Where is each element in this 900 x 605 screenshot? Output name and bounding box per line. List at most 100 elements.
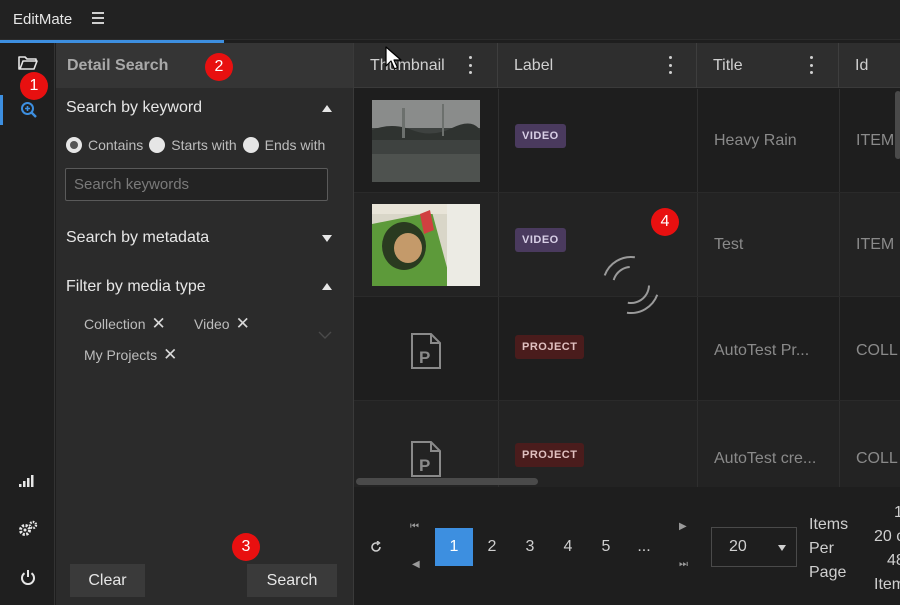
column-header-label[interactable]: Label	[498, 43, 697, 88]
page-button-3[interactable]: 3	[511, 528, 549, 566]
range-line: 48	[887, 552, 900, 569]
column-header-title[interactable]: Title	[697, 43, 839, 88]
keyword-section-toggle[interactable]: Search by keyword	[66, 99, 202, 117]
detail-search-panel: Detail Search Search by keyword Contains…	[56, 43, 353, 605]
horizontal-scrollbar[interactable]	[354, 475, 900, 487]
caret-up-icon[interactable]	[322, 105, 332, 112]
rain-video-thumbnail[interactable]	[372, 100, 480, 182]
project-file-icon: P	[411, 441, 441, 477]
first-page-icon[interactable]: ⏮	[410, 521, 419, 532]
cell-id: ITEM	[856, 236, 895, 253]
svg-text:P: P	[419, 456, 430, 475]
caret-down-icon[interactable]	[322, 235, 332, 242]
close-icon[interactable]: ✕	[163, 345, 177, 365]
chip-label: Video	[194, 316, 230, 332]
cell-divider	[697, 297, 698, 400]
metadata-section-toggle[interactable]: Search by metadata	[66, 229, 209, 247]
radio-starts-with[interactable]: Starts with	[149, 137, 237, 153]
cell-title: Heavy Rain	[714, 132, 797, 149]
svg-text:P: P	[419, 348, 430, 367]
keyword-search-input[interactable]	[65, 168, 328, 201]
gears-icon[interactable]	[0, 514, 55, 544]
cell-divider	[839, 89, 840, 192]
refresh-icon[interactable]	[370, 541, 382, 553]
cell-divider	[498, 297, 499, 400]
label-badge-video: VIDEO	[515, 228, 566, 252]
page-range-text: 1 20 c 48 Item	[874, 501, 900, 597]
column-title: Title	[713, 56, 743, 74]
label-badge-video: VIDEO	[515, 124, 566, 148]
chip-collection: Collection ✕	[84, 314, 166, 334]
caret-down-icon	[778, 545, 786, 551]
cell-id: COLL	[856, 342, 898, 359]
next-page-icon[interactable]: ▶	[679, 521, 687, 532]
cell-id: COLL	[856, 450, 898, 467]
per-page-value: 20	[729, 538, 747, 555]
column-header-thumbnail[interactable]: Thumbnail	[354, 43, 498, 88]
zoom-search-icon[interactable]	[0, 95, 55, 125]
chip-my-projects: My Projects ✕	[84, 345, 177, 365]
hamburger-icon[interactable]	[92, 12, 104, 24]
power-icon[interactable]	[0, 562, 55, 592]
page-button-5[interactable]: 5	[587, 528, 625, 566]
radio-label: Contains	[88, 137, 144, 153]
search-button[interactable]: Search	[247, 564, 337, 597]
range-line: Item	[874, 576, 900, 593]
close-icon[interactable]: ✕	[236, 314, 250, 334]
app-title: EditMate	[13, 11, 73, 28]
cell-divider	[839, 297, 840, 400]
radio-label: Ends with	[264, 137, 326, 153]
signal-bars-icon[interactable]	[0, 465, 55, 495]
chevron-down-icon[interactable]	[318, 331, 332, 339]
column-title: Id	[855, 56, 869, 74]
radio-button-icon[interactable]	[242, 137, 259, 153]
media-type-section-toggle[interactable]: Filter by media type	[66, 278, 206, 296]
cell-divider	[697, 89, 698, 192]
grid-header: Thumbnail Label Title Id	[354, 43, 900, 88]
mouse-cursor-icon	[385, 46, 402, 70]
caret-up-icon[interactable]	[322, 283, 332, 290]
radio-button-icon[interactable]	[66, 137, 82, 153]
cartoon-video-thumbnail[interactable]	[372, 204, 480, 286]
clear-button[interactable]: Clear	[70, 564, 145, 597]
cell-divider	[697, 193, 698, 296]
items-per-page-select[interactable]: 20	[711, 527, 797, 567]
column-menu-icon[interactable]	[669, 56, 673, 74]
vertical-scrollbar[interactable]	[895, 91, 900, 159]
chip-label: Collection	[84, 316, 146, 332]
scrollbar-thumb[interactable]	[356, 478, 538, 485]
page-button-4[interactable]: 4	[549, 528, 587, 566]
radio-ends-with[interactable]: Ends with	[242, 137, 326, 153]
column-title: Label	[514, 56, 554, 74]
items-per-page-label: Items Per Page	[809, 516, 849, 581]
project-file-icon: P	[411, 333, 441, 369]
prev-page-icon[interactable]: ◀	[412, 559, 420, 570]
annotation-marker-3: 3	[232, 533, 260, 561]
chip-video: Video ✕	[194, 314, 250, 334]
cell-divider	[498, 193, 499, 296]
table-row[interactable]: VIDEO Heavy Rain ITEM	[354, 89, 900, 193]
cell-divider	[839, 193, 840, 296]
loading-spinner-icon	[602, 256, 660, 315]
radio-contains[interactable]: Contains	[66, 137, 143, 153]
column-menu-icon[interactable]	[810, 56, 814, 74]
pagination-bar: ⏮ ◀ 1 2 3 4 5 ... ▶ ⏭ 20 Items Per Page …	[354, 487, 900, 605]
cell-title: AutoTest cre...	[714, 450, 817, 467]
results-grid: Thumbnail Label Title Id VIDEO Heavy Rai…	[353, 43, 900, 605]
range-line: 1	[874, 501, 900, 525]
icon-sidebar	[0, 43, 55, 605]
annotation-marker-1: 1	[20, 72, 48, 100]
page-button-1[interactable]: 1	[435, 528, 473, 566]
label-badge-project: PROJECT	[515, 443, 585, 467]
page-ellipsis[interactable]: ...	[625, 528, 663, 566]
radio-button-icon[interactable]	[149, 137, 166, 153]
cell-divider	[498, 89, 499, 192]
cell-title: AutoTest Pr...	[714, 342, 810, 359]
page-button-2[interactable]: 2	[473, 528, 511, 566]
label-badge-project: PROJECT	[515, 335, 585, 359]
close-icon[interactable]: ✕	[151, 314, 165, 334]
column-menu-icon[interactable]	[469, 56, 473, 74]
column-header-id[interactable]: Id	[839, 43, 900, 88]
cell-id: ITEM	[856, 132, 895, 149]
last-page-icon[interactable]: ⏭	[679, 559, 688, 570]
